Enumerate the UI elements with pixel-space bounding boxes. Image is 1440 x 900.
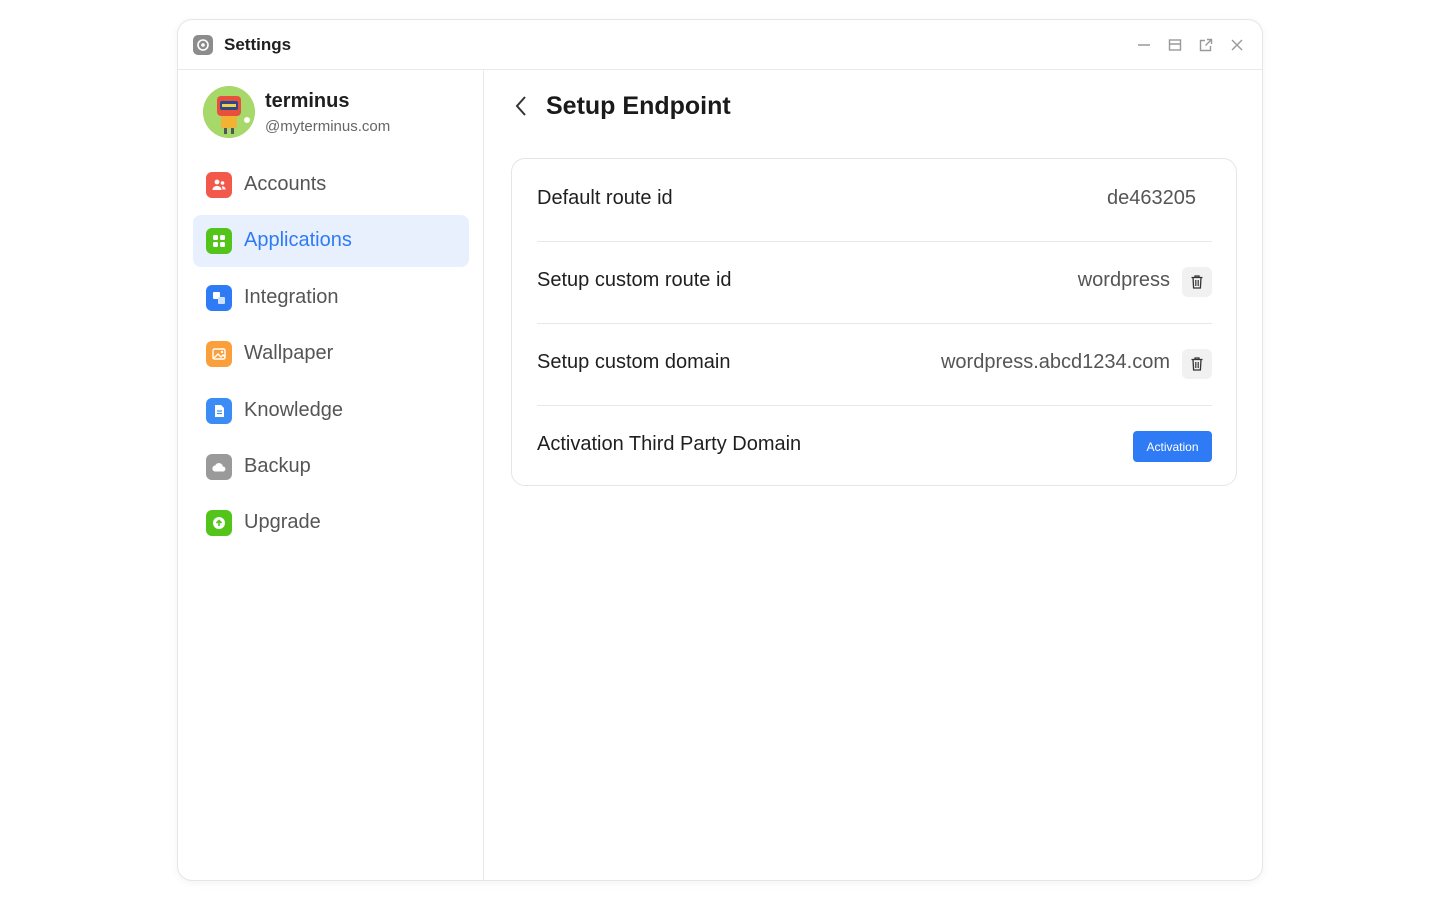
trash-icon bbox=[1191, 357, 1203, 371]
main-panel: Setup Endpoint Default route id de463205… bbox=[485, 70, 1262, 880]
close-icon[interactable] bbox=[1227, 35, 1247, 55]
row-label: Activation Third Party Domain bbox=[537, 433, 802, 455]
sidebar-item-label: Knowledge bbox=[244, 398, 343, 421]
row-label: Setup custom domain bbox=[537, 351, 731, 373]
upgrade-icon bbox=[206, 510, 232, 537]
sidebar-item-backup[interactable]: Backup bbox=[193, 441, 469, 493]
sidebar-item-label: Upgrade bbox=[244, 511, 321, 534]
custom-domain-value: wordpress.abcd1234.com bbox=[940, 351, 1170, 373]
wallpaper-icon bbox=[206, 341, 232, 368]
trash-icon bbox=[1191, 275, 1203, 289]
maximize-icon[interactable] bbox=[1165, 35, 1185, 55]
custom-domain-row[interactable]: Setup custom domain wordpress.abcd1234.c… bbox=[537, 323, 1212, 405]
sidebar-item-label: Applications bbox=[244, 229, 352, 252]
sidebar-item-knowledge[interactable]: Knowledge bbox=[193, 385, 469, 437]
profile-handle: @myterminus.com bbox=[265, 118, 391, 135]
default-route-value: de463205 bbox=[1107, 187, 1196, 209]
custom-route-row[interactable]: Setup custom route id wordpress bbox=[537, 241, 1212, 323]
sidebar-item-label: Backup bbox=[244, 454, 311, 477]
profile[interactable]: terminus @myterminus.com bbox=[203, 86, 473, 138]
third-party-domain-row: Activation Third Party Domain Activation bbox=[537, 405, 1212, 487]
accounts-icon bbox=[206, 172, 232, 198]
default-route-row: Default route id de463205 bbox=[537, 159, 1212, 241]
row-label: Default route id bbox=[537, 187, 673, 209]
title-bar: Settings bbox=[178, 20, 1262, 70]
delete-domain-button[interactable] bbox=[1182, 349, 1212, 379]
applications-icon bbox=[206, 228, 232, 255]
popout-icon[interactable] bbox=[1196, 35, 1216, 55]
custom-route-value: wordpress bbox=[1077, 269, 1170, 291]
delete-route-button[interactable] bbox=[1182, 267, 1212, 297]
sidebar-item-wallpaper[interactable]: Wallpaper bbox=[193, 328, 469, 380]
knowledge-icon bbox=[206, 397, 232, 424]
settings-window: Settings terminus @myterminus.com Accoun… bbox=[178, 20, 1262, 880]
endpoint-card: Default route id de463205 Setup custom r… bbox=[511, 158, 1237, 486]
window-title: Settings bbox=[224, 35, 292, 54]
sidebar-item-applications[interactable]: Applications bbox=[193, 215, 469, 268]
sidebar-item-integration[interactable]: Integration bbox=[193, 272, 469, 324]
integration-icon bbox=[206, 284, 232, 311]
minimize-icon[interactable] bbox=[1134, 35, 1154, 55]
sidebar-item-label: Integration bbox=[244, 285, 339, 308]
profile-name: terminus bbox=[265, 90, 350, 112]
sidebar-item-label: Accounts bbox=[244, 173, 327, 195]
chevron-left-icon bbox=[515, 96, 526, 116]
sidebar-nav: Accounts Applications Integration Wallpa… bbox=[193, 159, 469, 554]
settings-app-icon bbox=[193, 35, 213, 55]
row-label: Setup custom route id bbox=[537, 269, 732, 291]
sidebar: terminus @myterminus.com Accounts Applic… bbox=[178, 70, 484, 880]
sidebar-item-label: Wallpaper bbox=[244, 342, 334, 365]
activation-button[interactable]: Activation bbox=[1133, 431, 1212, 462]
back-button[interactable] bbox=[508, 92, 534, 120]
sidebar-item-upgrade[interactable]: Upgrade bbox=[193, 497, 469, 549]
avatar bbox=[203, 86, 255, 138]
backup-icon bbox=[206, 453, 232, 480]
sidebar-item-accounts[interactable]: Accounts bbox=[193, 159, 469, 211]
page-title: Setup Endpoint bbox=[546, 92, 731, 120]
